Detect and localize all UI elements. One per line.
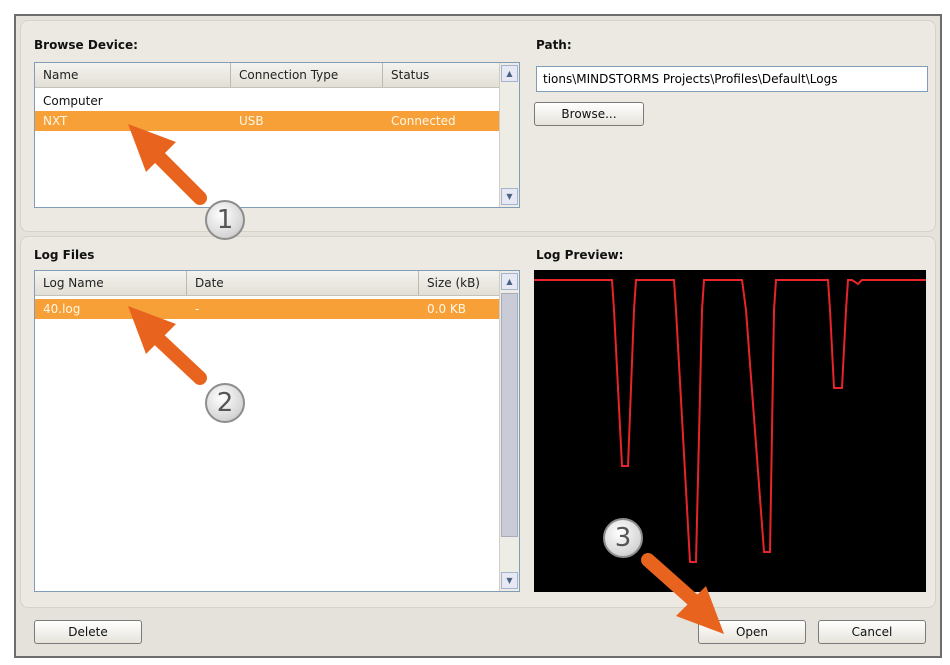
arrow-2-icon	[128, 306, 207, 385]
arrow-1-icon	[128, 124, 207, 205]
step-3-badge: 3	[603, 518, 643, 558]
arrow-3-icon	[641, 553, 724, 634]
step-2-badge: 2	[205, 383, 245, 423]
annotation-arrows	[128, 124, 724, 634]
step-1-badge: 1	[205, 200, 245, 240]
